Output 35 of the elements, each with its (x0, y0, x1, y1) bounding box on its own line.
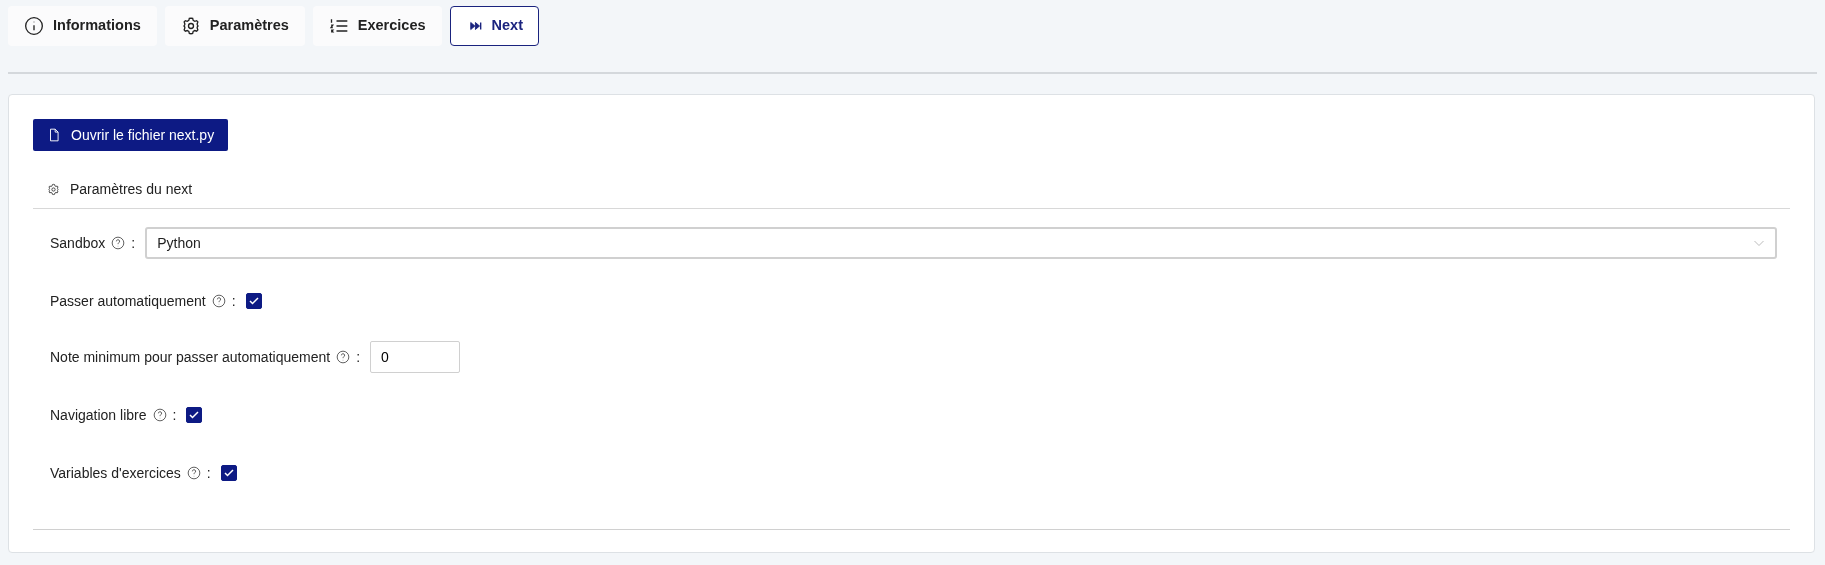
colon: : (131, 233, 136, 253)
settings-icon (47, 183, 60, 196)
select-field[interactable]: Python (145, 227, 1777, 259)
field-label: Passer automatiquement (50, 291, 206, 311)
check-icon (188, 409, 201, 421)
colon: : (172, 405, 177, 425)
colon: : (231, 291, 236, 311)
field-label: Variables d'exercices (50, 463, 181, 483)
colon: : (206, 463, 211, 483)
check-icon (247, 295, 260, 307)
field-label: Note minimum pour passer automatiquement (50, 347, 331, 367)
section-title: Paramètres du next (70, 180, 193, 199)
check-icon (222, 467, 235, 479)
tab[interactable]: Exercices (312, 6, 442, 46)
help-icon (211, 294, 226, 308)
checkbox[interactable] (186, 407, 203, 423)
open-file-button[interactable]: Ouvrir le fichier next.py (33, 119, 229, 151)
field-label: Sandbox (50, 233, 106, 253)
tab[interactable]: Paramètres (164, 6, 305, 46)
checkbox[interactable] (220, 465, 237, 481)
field-label: Navigation libre (50, 405, 147, 425)
checkbox[interactable] (245, 293, 262, 309)
help-icon (336, 350, 351, 364)
tab[interactable]: Informations (8, 6, 157, 46)
settings-icon (180, 16, 201, 36)
skip-forward-icon (468, 19, 483, 33)
info-icon (24, 16, 44, 36)
number-field[interactable]: 0 (370, 341, 461, 373)
help-icon (152, 408, 167, 422)
help-icon (186, 466, 201, 480)
help-icon (111, 236, 126, 250)
colon: : (356, 347, 361, 367)
tab[interactable]: Next (449, 6, 539, 46)
file-icon (47, 127, 61, 143)
numbered-list-icon (328, 16, 349, 36)
